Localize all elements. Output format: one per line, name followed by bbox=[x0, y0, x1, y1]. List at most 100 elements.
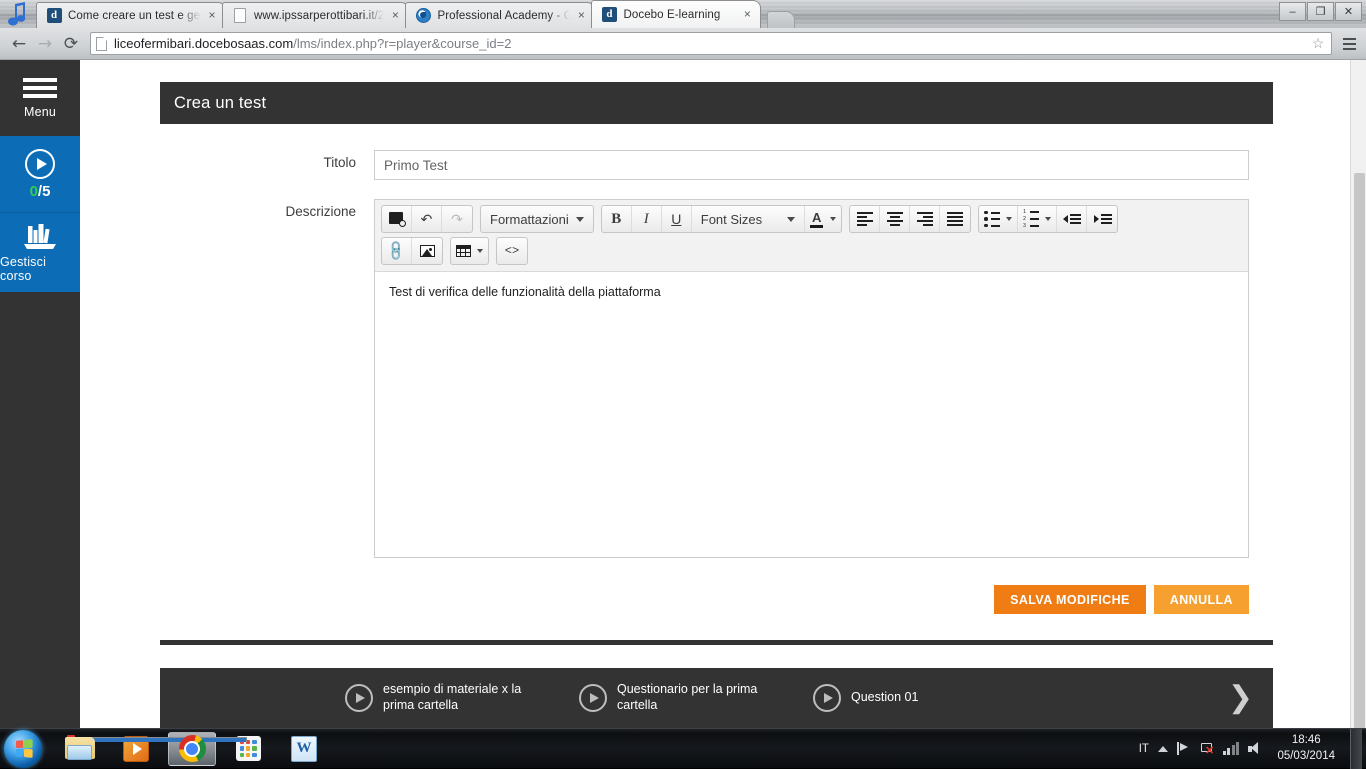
network-signal-icon[interactable] bbox=[1223, 742, 1240, 755]
align-left-icon[interactable] bbox=[850, 206, 880, 232]
back-icon[interactable]: ← bbox=[6, 31, 32, 57]
align-justify-icon[interactable] bbox=[940, 206, 970, 232]
maximize-button[interactable]: ❐ bbox=[1307, 2, 1334, 21]
books-shelf-icon bbox=[22, 222, 58, 250]
chrome-menu-icon[interactable] bbox=[1338, 31, 1360, 57]
font-sizes-label: Font Sizes bbox=[701, 212, 762, 227]
editor-group-insert: 🔗 bbox=[381, 237, 443, 265]
form-row-descrizione: Descrizione ↶ bbox=[184, 199, 1249, 558]
bottom-nav-item-1[interactable]: esempio di materiale x la prima cartella bbox=[345, 682, 533, 713]
minimize-button[interactable]: – bbox=[1279, 2, 1306, 21]
next-chevron-icon[interactable]: ❯ bbox=[1228, 683, 1259, 713]
create-test-card: Crea un test Titolo Descrizione bbox=[160, 82, 1273, 645]
redo-icon[interactable]: ↷ bbox=[442, 206, 472, 232]
show-hidden-icons-icon[interactable] bbox=[1158, 746, 1168, 752]
font-sizes-dropdown[interactable]: Font Sizes bbox=[692, 206, 805, 232]
action-flag-icon[interactable] bbox=[1177, 742, 1191, 755]
chevron-down-icon bbox=[787, 217, 795, 222]
underline-icon[interactable]: U bbox=[662, 206, 692, 232]
editor-group-history: ↶ ↷ bbox=[381, 205, 473, 233]
tab-title: Come creare un test e ges bbox=[68, 10, 201, 22]
formats-dropdown-label: Formattazioni bbox=[490, 212, 569, 227]
sidebar-item-menu[interactable]: Menu bbox=[0, 60, 80, 136]
folder-icon bbox=[65, 737, 95, 761]
start-button[interactable] bbox=[4, 730, 42, 768]
browser-tab-1[interactable]: d Come creare un test e ges × bbox=[36, 2, 226, 28]
tab-title: Docebo E-learning bbox=[623, 9, 736, 21]
bullet-list-icon[interactable] bbox=[979, 206, 1018, 232]
preview-icon[interactable] bbox=[382, 206, 412, 232]
action-center-alert-icon[interactable]: ✕ bbox=[1200, 742, 1214, 756]
course-sidebar: Menu 0/5 Gestisci corso bbox=[0, 60, 80, 728]
outdent-icon[interactable] bbox=[1057, 206, 1087, 232]
browser-tab-2[interactable]: www.ipssarperottibari.it/2 × bbox=[222, 2, 409, 28]
sidebar-item-manage-course[interactable]: Gestisci corso bbox=[0, 213, 80, 292]
tab-close-icon[interactable]: × bbox=[205, 9, 219, 23]
sidebar-item-progress[interactable]: 0/5 bbox=[0, 136, 80, 213]
clock-date: 05/03/2014 bbox=[1277, 749, 1335, 765]
align-right-icon[interactable] bbox=[910, 206, 940, 232]
progress-total: 5 bbox=[42, 183, 50, 200]
editor-group-formats: Formattazioni bbox=[480, 205, 594, 233]
titolo-field-wrap bbox=[374, 150, 1249, 180]
taskbar-explorer[interactable] bbox=[56, 732, 104, 766]
address-bar[interactable]: liceofermibari.docebosaas.com/lms/index.… bbox=[90, 32, 1332, 55]
text-color-icon[interactable]: A bbox=[805, 206, 841, 232]
bold-icon[interactable]: B bbox=[602, 206, 632, 232]
align-center-icon[interactable] bbox=[880, 206, 910, 232]
forward-icon[interactable]: → bbox=[32, 31, 58, 57]
descrizione-label: Descrizione bbox=[184, 199, 374, 219]
editor-group-alignment bbox=[849, 205, 971, 233]
editor-toolbar: ↶ ↷ Formattazioni bbox=[375, 200, 1248, 272]
page-scrollbar-thumb[interactable] bbox=[1354, 173, 1365, 728]
tab-strip: d Come creare un test e ges × www.ipssar… bbox=[0, 0, 1366, 28]
language-indicator[interactable]: IT bbox=[1139, 743, 1149, 755]
numbered-list-icon[interactable]: 1 2 3 bbox=[1018, 206, 1057, 232]
docebo-d-icon: d bbox=[46, 8, 62, 24]
bookmark-star-icon[interactable]: ☆ bbox=[1309, 35, 1327, 52]
progress-counter: 0/5 bbox=[30, 183, 51, 200]
bottom-nav-label: esempio di materiale x la prima cartella bbox=[383, 682, 533, 713]
table-icon[interactable] bbox=[451, 238, 488, 264]
reload-icon[interactable]: ⟳ bbox=[58, 31, 84, 57]
clock[interactable]: 18:46 05/03/2014 bbox=[1271, 733, 1341, 764]
tabs-row: d Come creare un test e ges × www.ipssar… bbox=[36, 0, 795, 28]
browser-tab-4-active[interactable]: d Docebo E-learning × bbox=[591, 0, 761, 28]
titolo-input[interactable] bbox=[374, 150, 1249, 180]
bottom-nav-item-3[interactable]: Question 01 bbox=[813, 684, 918, 712]
bottom-nav-label: Questionario per la prima cartella bbox=[617, 682, 767, 713]
browser-tab-3[interactable]: Professional Academy - C × bbox=[405, 2, 595, 28]
page-scrollbar[interactable] bbox=[1350, 60, 1366, 728]
volume-icon[interactable] bbox=[1248, 742, 1262, 755]
chrome-icon bbox=[179, 735, 206, 762]
tab-close-icon[interactable]: × bbox=[388, 9, 402, 23]
bottom-nav-item-2[interactable]: Questionario per la prima cartella bbox=[579, 682, 767, 713]
system-tray: IT ✕ 18:46 05/03/2014 bbox=[1139, 729, 1366, 769]
taskbar-word[interactable]: W bbox=[280, 732, 328, 766]
windows-taskbar: W IT ✕ 18:46 05/03/2014 bbox=[0, 728, 1366, 768]
save-button[interactable]: SALVA MODIFICHE bbox=[994, 585, 1146, 614]
close-button[interactable]: ✕ bbox=[1335, 2, 1362, 21]
text-color-letter: A bbox=[812, 211, 821, 224]
indent-icon[interactable] bbox=[1087, 206, 1117, 232]
undo-icon[interactable]: ↶ bbox=[412, 206, 442, 232]
source-code-icon[interactable]: <> bbox=[497, 238, 527, 264]
cancel-button[interactable]: ANNULLA bbox=[1154, 585, 1249, 614]
link-icon[interactable]: 🔗 bbox=[382, 238, 412, 264]
formats-dropdown[interactable]: Formattazioni bbox=[481, 206, 593, 232]
url-domain: liceofermibari.docebosaas.com bbox=[114, 36, 293, 51]
play-circle-icon bbox=[25, 149, 55, 179]
tab-title: www.ipssarperottibari.it/2 bbox=[254, 10, 384, 22]
card-header: Crea un test bbox=[160, 82, 1273, 124]
editor-group-source: <> bbox=[496, 237, 528, 265]
tab-close-icon[interactable]: × bbox=[740, 8, 754, 22]
italic-icon[interactable]: I bbox=[632, 206, 662, 232]
tab-close-icon[interactable]: × bbox=[574, 9, 588, 23]
editor-group-lists: 1 2 3 bbox=[978, 205, 1118, 233]
show-desktop-button[interactable] bbox=[1350, 729, 1362, 769]
new-tab-button[interactable] bbox=[767, 11, 795, 28]
course-bottom-nav: esempio di materiale x la prima cartella… bbox=[160, 668, 1273, 728]
url-path: /lms/index.php?r=player&course_id=2 bbox=[293, 36, 511, 51]
editor-content-area[interactable]: Test di verifica delle funzionalità dell… bbox=[375, 272, 1248, 557]
image-icon[interactable] bbox=[412, 238, 442, 264]
